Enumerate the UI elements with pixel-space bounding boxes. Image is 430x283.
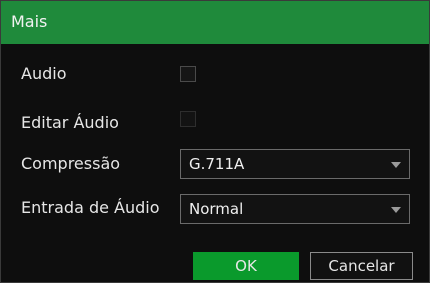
- compression-value: G.711A: [189, 155, 245, 173]
- audio-input-label: Entrada de Áudio: [21, 198, 160, 217]
- chevron-down-icon: [391, 207, 401, 213]
- audio-checkbox[interactable]: [180, 66, 196, 82]
- compression-label: Compressão: [21, 154, 121, 173]
- dialog-title: Mais: [11, 12, 48, 31]
- edit-audio-checkbox: [180, 111, 196, 127]
- audio-input-value: Normal: [189, 200, 244, 218]
- cancel-button[interactable]: Cancelar: [310, 252, 413, 280]
- edit-audio-label: Editar Áudio: [21, 113, 119, 132]
- chevron-down-icon: [391, 162, 401, 168]
- audio-input-select[interactable]: Normal: [180, 194, 410, 224]
- audio-label: Audio: [21, 64, 67, 83]
- compression-select[interactable]: G.711A: [180, 149, 410, 179]
- title-bar[interactable]: Mais: [1, 1, 429, 44]
- dialog-mais: Mais Audio Editar Áudio Compressão G.711…: [0, 0, 430, 283]
- ok-button[interactable]: OK: [193, 252, 299, 280]
